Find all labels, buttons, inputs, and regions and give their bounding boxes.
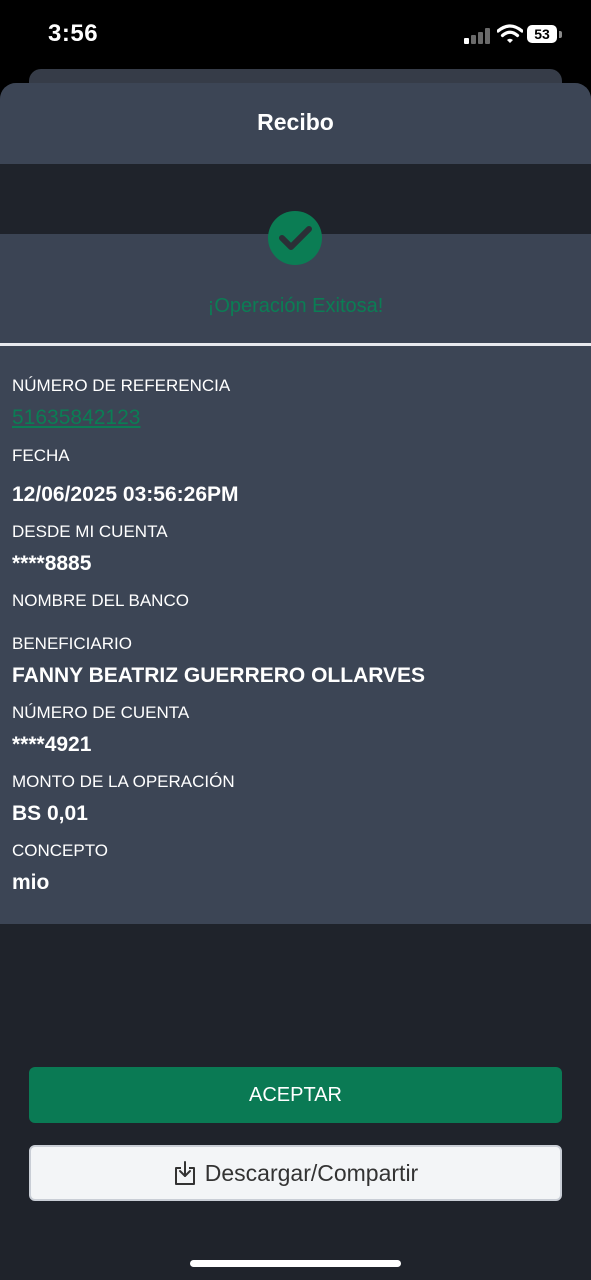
status-time: 3:56 — [48, 20, 99, 47]
download-icon — [174, 1161, 195, 1185]
receipt-sheet: Recibo ¡Operación Exitosa! NÚMERO DE REF… — [0, 83, 591, 1280]
date-label: FECHA — [12, 446, 70, 465]
date-value: 12/06/2025 03:56:26PM — [12, 483, 239, 506]
receipt-details: NÚMERO DE REFERENCIA 51635842123 FECHA 1… — [0, 346, 591, 924]
from-account-label: DESDE MI CUENTA — [12, 522, 168, 541]
battery-level: 53 — [527, 25, 557, 43]
beneficiary-value: FANNY BEATRIZ GUERRERO OLLARVES — [12, 664, 426, 687]
concept-label: CONCEPTO — [12, 841, 109, 860]
account-number-value: ****4921 — [12, 733, 92, 756]
status-bar: 3:56 53 — [0, 0, 591, 70]
reference-value[interactable]: 51635842123 — [12, 406, 140, 430]
concept-value: mio — [12, 871, 50, 894]
success-message: ¡Operación Exitosa! — [207, 295, 384, 317]
amount-label: MONTO DE LA OPERACIÓN — [12, 772, 235, 791]
battery-icon: 53 — [527, 25, 562, 45]
download-share-label: Descargar/Compartir — [204, 1159, 419, 1186]
beneficiary-label: BENEFICIARIO — [12, 634, 132, 653]
success-check-icon — [268, 211, 322, 265]
reference-label: NÚMERO DE REFERENCIA — [12, 376, 231, 395]
page-title: Recibo — [257, 109, 334, 135]
wifi-icon — [496, 24, 524, 44]
from-account-value: ****8885 — [12, 552, 92, 575]
home-indicator[interactable] — [190, 1260, 401, 1267]
cellular-signal-icon — [464, 26, 492, 44]
accept-button[interactable]: ACEPTAR — [29, 1067, 562, 1123]
sheet-header: Recibo — [0, 83, 591, 164]
account-number-label: NÚMERO DE CUENTA — [12, 703, 190, 722]
download-share-button[interactable]: Descargar/Compartir — [29, 1145, 562, 1201]
amount-value: BS 0,01 — [12, 802, 88, 825]
bank-name-label: NOMBRE DEL BANCO — [12, 591, 189, 610]
